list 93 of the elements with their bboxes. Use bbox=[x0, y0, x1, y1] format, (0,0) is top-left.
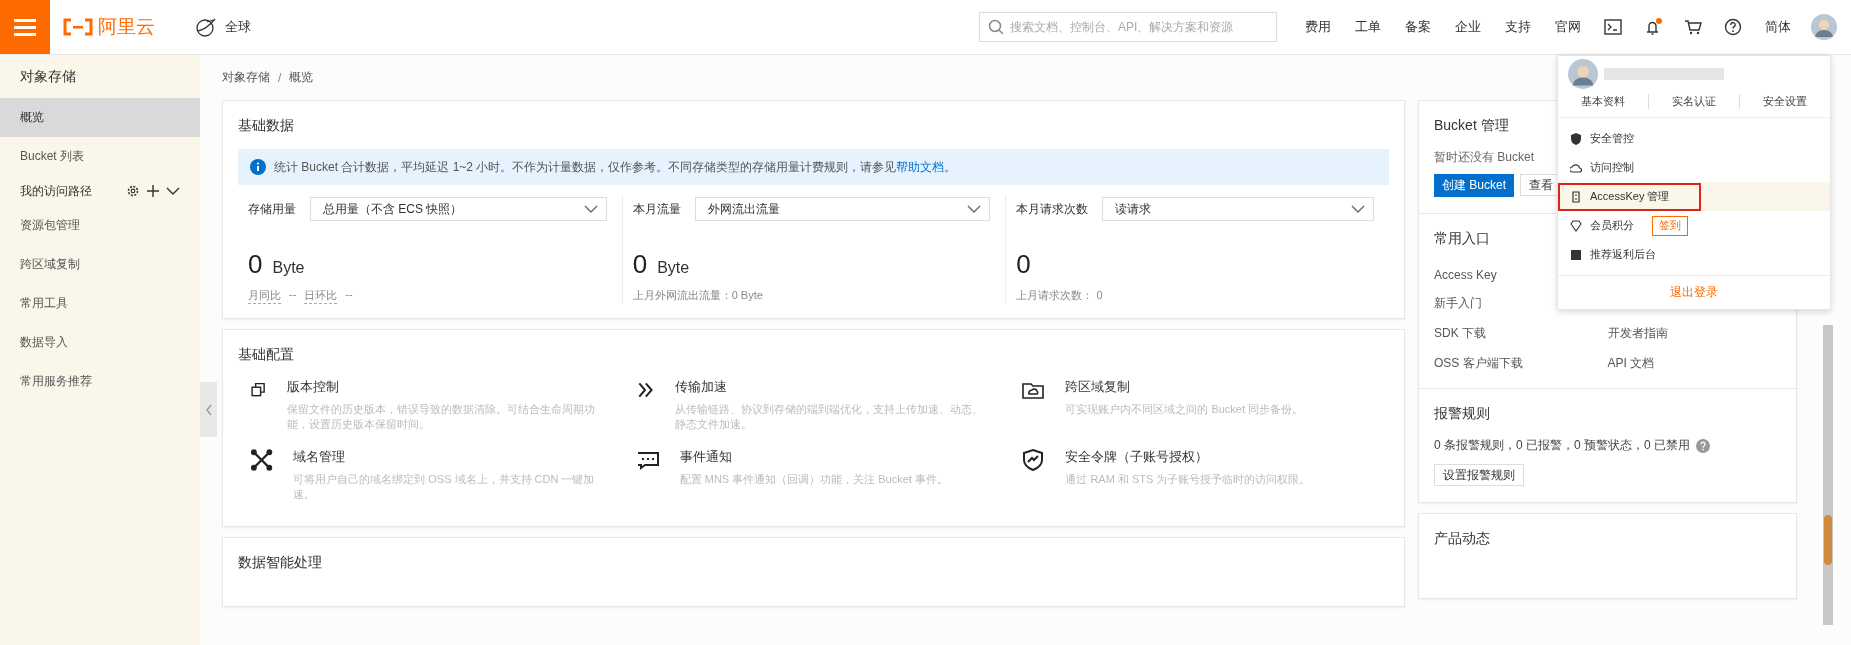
create-bucket-button[interactable]: 创建 Bucket bbox=[1434, 174, 1515, 197]
info-icon bbox=[250, 159, 266, 175]
card-title: 产品动态 bbox=[1434, 529, 1490, 548]
card-title: 基础配置 bbox=[238, 345, 294, 364]
account-link[interactable]: 基本资料 bbox=[1558, 94, 1648, 109]
stat-label: 本月请求次数 bbox=[1016, 200, 1089, 218]
breadcrumb-item: 概览 bbox=[289, 69, 314, 86]
region-selector[interactable]: 全球 bbox=[195, 16, 251, 38]
card-title: 常用入口 bbox=[1434, 229, 1490, 248]
settings-icon[interactable] bbox=[126, 184, 140, 198]
menu-icon bbox=[14, 18, 36, 36]
chevron-down-icon bbox=[1351, 205, 1365, 213]
stat-unit: Byte bbox=[272, 259, 305, 277]
sidebar-item[interactable]: 概览 bbox=[0, 98, 200, 137]
search-field[interactable]: 搜索文档、控制台、API、解决方案和资源 bbox=[979, 12, 1277, 42]
sidebar-item[interactable]: 常用服务推荐 bbox=[0, 362, 200, 401]
shield-icon bbox=[1021, 448, 1046, 472]
feature-title[interactable]: 跨区域复制 bbox=[1065, 378, 1304, 396]
sidebar-item[interactable]: Bucket 列表 bbox=[0, 137, 200, 176]
nav-link[interactable]: 企业 bbox=[1443, 18, 1493, 36]
compare-label: 月同比 bbox=[248, 288, 281, 304]
stat-note: 上月请求次数： 0 bbox=[1016, 288, 1103, 303]
feature-title[interactable]: 安全令牌（子账号授权） bbox=[1065, 448, 1311, 466]
stat-label: 存储用量 bbox=[248, 200, 296, 218]
sidebar-item[interactable]: 资源包管理 bbox=[0, 206, 200, 245]
menu-item[interactable]: 推荐返利后台 bbox=[1560, 242, 1666, 267]
account-link[interactable]: 实名认证 bbox=[1648, 94, 1739, 109]
brand-name: 阿里云 bbox=[98, 15, 155, 39]
help-doc-link[interactable]: 帮助文档 bbox=[896, 159, 945, 174]
nav-link[interactable]: 工单 bbox=[1343, 18, 1393, 36]
entry-link[interactable]: API 文档 bbox=[1607, 355, 1781, 372]
chevron-left-icon bbox=[204, 402, 213, 417]
compare-value: -- bbox=[345, 288, 353, 302]
breadcrumb-separator: / bbox=[278, 70, 282, 85]
shield-icon bbox=[1570, 132, 1582, 145]
dropdown-select[interactable]: 总用量（不含 ECS 快照） bbox=[310, 197, 607, 221]
feature-title[interactable]: 传输加速 bbox=[675, 378, 992, 396]
nav-link[interactable]: 费用 bbox=[1293, 18, 1343, 36]
stat-label: 本月流量 bbox=[632, 200, 681, 218]
feature-title[interactable]: 域名管理 bbox=[293, 448, 606, 466]
scrollbar[interactable] bbox=[1823, 325, 1833, 625]
logo-icon bbox=[62, 18, 94, 36]
entry-link[interactable]: SDK 下载 bbox=[1434, 325, 1608, 342]
entry-link[interactable]: 开发者指南 bbox=[1607, 325, 1781, 342]
stat-value: 0 bbox=[248, 249, 263, 280]
cloud-icon bbox=[1570, 161, 1582, 174]
account-link[interactable]: 安全设置 bbox=[1739, 94, 1830, 109]
alarm-summary: 0 条报警规则，0 已报警，0 预警状态，0 已禁用 bbox=[1434, 437, 1691, 454]
menu-button[interactable] bbox=[0, 0, 50, 54]
card-title: 基础数据 bbox=[238, 116, 294, 135]
stat-value: 0 bbox=[1016, 249, 1031, 280]
set-alarm-button[interactable]: 设置报警规则 bbox=[1434, 464, 1524, 486]
nav-link[interactable]: 支持 bbox=[1493, 18, 1543, 36]
empty-message: 暂时还没有 Bucket bbox=[1434, 149, 1536, 166]
menu-item[interactable]: 安全管控 bbox=[1560, 126, 1644, 151]
avatar-icon bbox=[1568, 59, 1598, 89]
feature-title[interactable]: 事件通知 bbox=[679, 448, 948, 466]
dropdown-select[interactable]: 外网流出流量 bbox=[694, 197, 991, 221]
breadcrumb-item[interactable]: 对象存储 bbox=[222, 69, 270, 86]
notice-text: 统计 Bucket 合计数据，平均延迟 1~2 小时。不作为计量数据，仅作参考。不同存储类型的存储用量计费规则，请参见帮助文档。 bbox=[274, 158, 957, 176]
network-icon bbox=[250, 448, 274, 472]
diamond-icon bbox=[1570, 219, 1582, 232]
collapse-handle[interactable] bbox=[200, 382, 217, 437]
square-icon bbox=[1570, 248, 1582, 261]
entry-link[interactable]: OSS 客户端下载 bbox=[1434, 355, 1608, 372]
sidebar-item[interactable]: 跨区域复制 bbox=[0, 245, 200, 284]
dropdown-select[interactable]: 读请求 bbox=[1102, 197, 1374, 221]
sidebar-item[interactable]: 常用工具 bbox=[0, 284, 200, 323]
stat-value: 0 bbox=[632, 249, 648, 280]
key-icon bbox=[1570, 190, 1582, 203]
feature-title[interactable]: 版本控制 bbox=[286, 378, 606, 396]
sidebar-item[interactable]: 数据导入 bbox=[0, 323, 200, 362]
compare-value: -- bbox=[289, 288, 297, 302]
feature-description: 配置 MNS 事件通知（回调）功能，关注 Bucket 事件。 bbox=[679, 472, 948, 487]
nav-link[interactable]: 备案 bbox=[1393, 18, 1443, 36]
feature-description: 从传输链路、协议到存储的端到端优化，支持上传加速、动态、静态文件加速。 bbox=[675, 402, 985, 432]
nav-link[interactable]: 官网 bbox=[1543, 18, 1593, 36]
globe-icon bbox=[195, 16, 217, 38]
menu-item[interactable]: 会员积分 bbox=[1560, 213, 1644, 238]
card-title: Bucket 管理 bbox=[1434, 116, 1509, 135]
avatar-icon[interactable] bbox=[1811, 14, 1837, 40]
compare-label: 日环比 bbox=[304, 288, 338, 304]
card-title: 报警规则 bbox=[1434, 404, 1490, 423]
language-link[interactable]: 简体 bbox=[1753, 18, 1803, 36]
plus-icon[interactable] bbox=[146, 184, 160, 198]
card-title: 数据智能处理 bbox=[238, 553, 322, 572]
stat-unit: Byte bbox=[657, 259, 690, 277]
menu-item[interactable]: 访问控制 bbox=[1560, 155, 1644, 180]
chevron-down-icon bbox=[583, 205, 598, 213]
sidebar-title: 对象存储 bbox=[19, 67, 77, 86]
sidebar-group-label[interactable]: 我的访问路径 bbox=[20, 182, 120, 200]
stat-note: 上月外网流出流量：0 Byte bbox=[632, 288, 763, 303]
chevron-down-icon bbox=[967, 205, 982, 213]
